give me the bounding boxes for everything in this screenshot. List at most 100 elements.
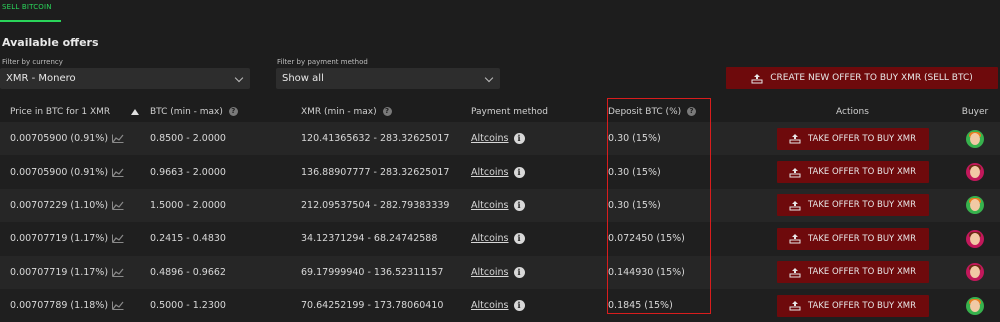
column-header-payment[interactable]: Payment method — [461, 102, 598, 122]
buyer-cell — [950, 188, 1000, 223]
payment-method-cell: Altcoins i — [461, 255, 598, 289]
info-icon[interactable]: i — [513, 133, 525, 145]
actions-cell: TAKE OFFER TO BUY XMR — [755, 255, 950, 289]
payment-method-link[interactable]: Altcoins — [471, 133, 509, 144]
column-header-deposit[interactable]: Deposit BTC (%) ? — [598, 102, 755, 122]
payment-method-link[interactable]: Altcoins — [471, 167, 509, 178]
offer-icon — [789, 301, 801, 311]
info-icon[interactable]: i — [513, 166, 525, 178]
avatar-icon[interactable] — [966, 229, 984, 248]
column-header-price[interactable]: Price in BTC for 1 XMR — [0, 102, 140, 122]
take-offer-label: TAKE OFFER TO BUY XMR — [807, 300, 917, 311]
buyer-cell — [950, 222, 1000, 256]
payment-method-cell: Altcoins i — [461, 222, 598, 256]
avatar-face — [970, 199, 980, 212]
take-offer-label: TAKE OFFER TO BUY XMR — [807, 133, 917, 144]
payment-method-link[interactable]: Altcoins — [471, 233, 509, 244]
price-value: 0.00707719 (1.17%) — [10, 233, 109, 245]
avatar-icon[interactable] — [966, 296, 984, 315]
help-icon[interactable]: ? — [228, 107, 238, 116]
actions-cell: TAKE OFFER TO BUY XMR — [755, 155, 950, 189]
column-header-xmr[interactable]: XMR (min - max) ? — [291, 102, 461, 122]
price-cell: 0.00705900 (0.91%) — [0, 155, 140, 189]
offer-icon — [789, 200, 801, 211]
tab-sell-bitcoin[interactable]: SELL BITCOIN — [2, 3, 52, 11]
price-value: 0.00707789 (1.18%) — [10, 300, 109, 312]
chart-icon[interactable] — [112, 234, 124, 244]
currency-filter-label: Filter by currency — [2, 58, 63, 66]
payment-method-link[interactable]: Altcoins — [471, 200, 509, 211]
take-offer-button[interactable]: TAKE OFFER TO BUY XMR — [776, 194, 929, 217]
column-header-btc-label: BTC (min - max) — [150, 107, 223, 117]
offer-icon — [789, 134, 801, 144]
table-row: 0.00705900 (0.91%) 0.8500 - 2.0000 120.413… — [0, 122, 1000, 156]
column-header-payment-label: Payment method — [471, 107, 549, 117]
xmr-range-cell: 136.88907777 - 283.32625017 — [291, 155, 461, 189]
payment-method-cell: Altcoins i — [461, 188, 598, 223]
column-header-price-label: Price in BTC for 1 XMR — [10, 107, 111, 117]
chart-icon[interactable] — [112, 168, 124, 177]
take-offer-button[interactable]: TAKE OFFER TO BUY XMR — [776, 127, 929, 150]
actions-cell: TAKE OFFER TO BUY XMR — [755, 122, 950, 156]
help-icon[interactable]: ? — [382, 107, 392, 116]
take-offer-button[interactable]: TAKE OFFER TO BUY XMR — [776, 294, 929, 317]
info-icon[interactable]: i — [513, 300, 525, 312]
table-row: 0.00707789 (1.18%) 0.5000 - 1.2300 70.6425… — [0, 288, 1000, 322]
chart-icon[interactable] — [112, 201, 124, 210]
info-icon[interactable]: i — [513, 199, 525, 211]
chart-icon[interactable] — [112, 134, 124, 144]
chart-icon[interactable] — [112, 301, 124, 311]
btc-range-cell: 0.4896 - 0.9662 — [140, 255, 291, 289]
payment-method-cell: Altcoins i — [461, 288, 598, 322]
chevron-down-icon — [234, 73, 244, 83]
chevron-down-icon — [484, 73, 494, 83]
take-offer-button[interactable]: TAKE OFFER TO BUY XMR — [776, 261, 929, 284]
column-header-actions: Actions — [755, 102, 950, 122]
column-header-deposit-label: Deposit BTC (%) — [608, 107, 682, 117]
table-row: 0.00707719 (1.17%) 0.2415 - 0.4830 34.1237… — [0, 222, 1000, 256]
price-cell: 0.00707229 (1.10%) — [0, 188, 140, 223]
table-row: 0.00707229 (1.10%) 1.5000 - 2.0000 212.095… — [0, 188, 1000, 223]
btc-range-cell: 0.5000 - 1.2300 — [140, 288, 291, 322]
chart-icon[interactable] — [112, 268, 124, 277]
offer-icon — [789, 234, 801, 244]
create-offer-label: CREATE NEW OFFER TO BUY XMR (SELL BTC) — [770, 73, 973, 83]
payment-method-link[interactable]: Altcoins — [471, 300, 509, 311]
sort-up-icon — [131, 108, 140, 115]
create-offer-button[interactable]: CREATE NEW OFFER TO BUY XMR (SELL BTC) — [726, 67, 998, 89]
avatar-face — [970, 166, 980, 179]
buyer-cell — [950, 122, 1000, 156]
payment-method-select[interactable]: Show all — [276, 68, 500, 89]
payment-method-link[interactable]: Altcoins — [471, 267, 509, 278]
price-value: 0.00707719 (1.17%) — [10, 266, 109, 278]
table-row: 0.00705900 (0.91%) 0.9663 - 2.0000 136.889… — [0, 155, 1000, 189]
offer-icon — [789, 167, 801, 178]
take-offer-button[interactable]: TAKE OFFER TO BUY XMR — [776, 227, 929, 250]
avatar-face — [970, 132, 980, 145]
table-header-row: Price in BTC for 1 XMR BTC (min - max) ?… — [0, 102, 1000, 122]
avatar-icon[interactable] — [966, 263, 984, 282]
deposit-cell: 0.144930 (15%) — [598, 255, 755, 289]
avatar-icon[interactable] — [966, 163, 984, 182]
avatar-icon[interactable] — [966, 196, 984, 215]
price-cell: 0.00707719 (1.17%) — [0, 222, 140, 256]
xmr-range-cell: 69.17999940 - 136.52311157 — [291, 255, 461, 289]
info-icon[interactable]: i — [513, 233, 525, 245]
xmr-range-cell: 34.12371294 - 68.24742588 — [291, 222, 461, 256]
take-offer-button[interactable]: TAKE OFFER TO BUY XMR — [776, 161, 929, 184]
price-cell: 0.00707719 (1.17%) — [0, 255, 140, 289]
help-icon[interactable]: ? — [687, 107, 697, 116]
btc-range-cell: 0.9663 - 2.0000 — [140, 155, 291, 189]
avatar-icon[interactable] — [966, 129, 984, 148]
info-icon[interactable]: i — [513, 266, 525, 278]
payment-method-cell: Altcoins i — [461, 122, 598, 156]
payment-select-value: Show all — [282, 73, 324, 84]
currency-select[interactable]: XMR - Monero — [0, 68, 250, 89]
xmr-range-cell: 212.09537504 - 282.79383339 — [291, 188, 461, 223]
xmr-range-cell: 120.41365632 - 283.32625017 — [291, 122, 461, 156]
deposit-cell: 0.30 (15%) — [598, 188, 755, 223]
column-header-btc[interactable]: BTC (min - max) ? — [140, 102, 291, 122]
actions-cell: TAKE OFFER TO BUY XMR — [755, 288, 950, 322]
price-value: 0.00705900 (0.91%) — [10, 133, 109, 145]
price-cell: 0.00705900 (0.91%) — [0, 122, 140, 156]
